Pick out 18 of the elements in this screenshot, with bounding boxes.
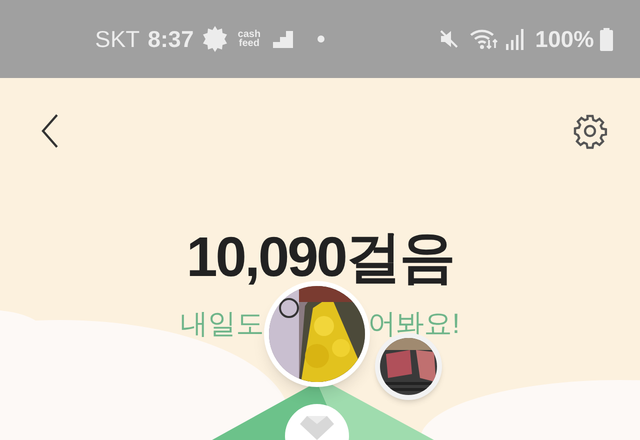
wifi-icon [469,28,500,50]
step-count: 10,090걸음 [186,224,454,290]
settings-icon [572,113,608,149]
message-text: 어봐요! [368,307,460,341]
message-text: 내일도 [180,307,264,341]
stairs-icon [272,30,293,48]
battery-icon [600,28,613,50]
badge-icon [202,26,228,52]
signal-icon [505,28,526,50]
badge-text: cash [238,30,261,39]
battery-percent: 100% [535,24,594,54]
back-icon [41,114,59,148]
mute-icon [439,29,460,49]
clock: 8:37 [148,24,194,54]
dot-icon [316,35,325,43]
badge-text: feed [238,39,260,48]
diamond-icon [300,416,334,440]
carrier-label: SKT [95,24,140,54]
